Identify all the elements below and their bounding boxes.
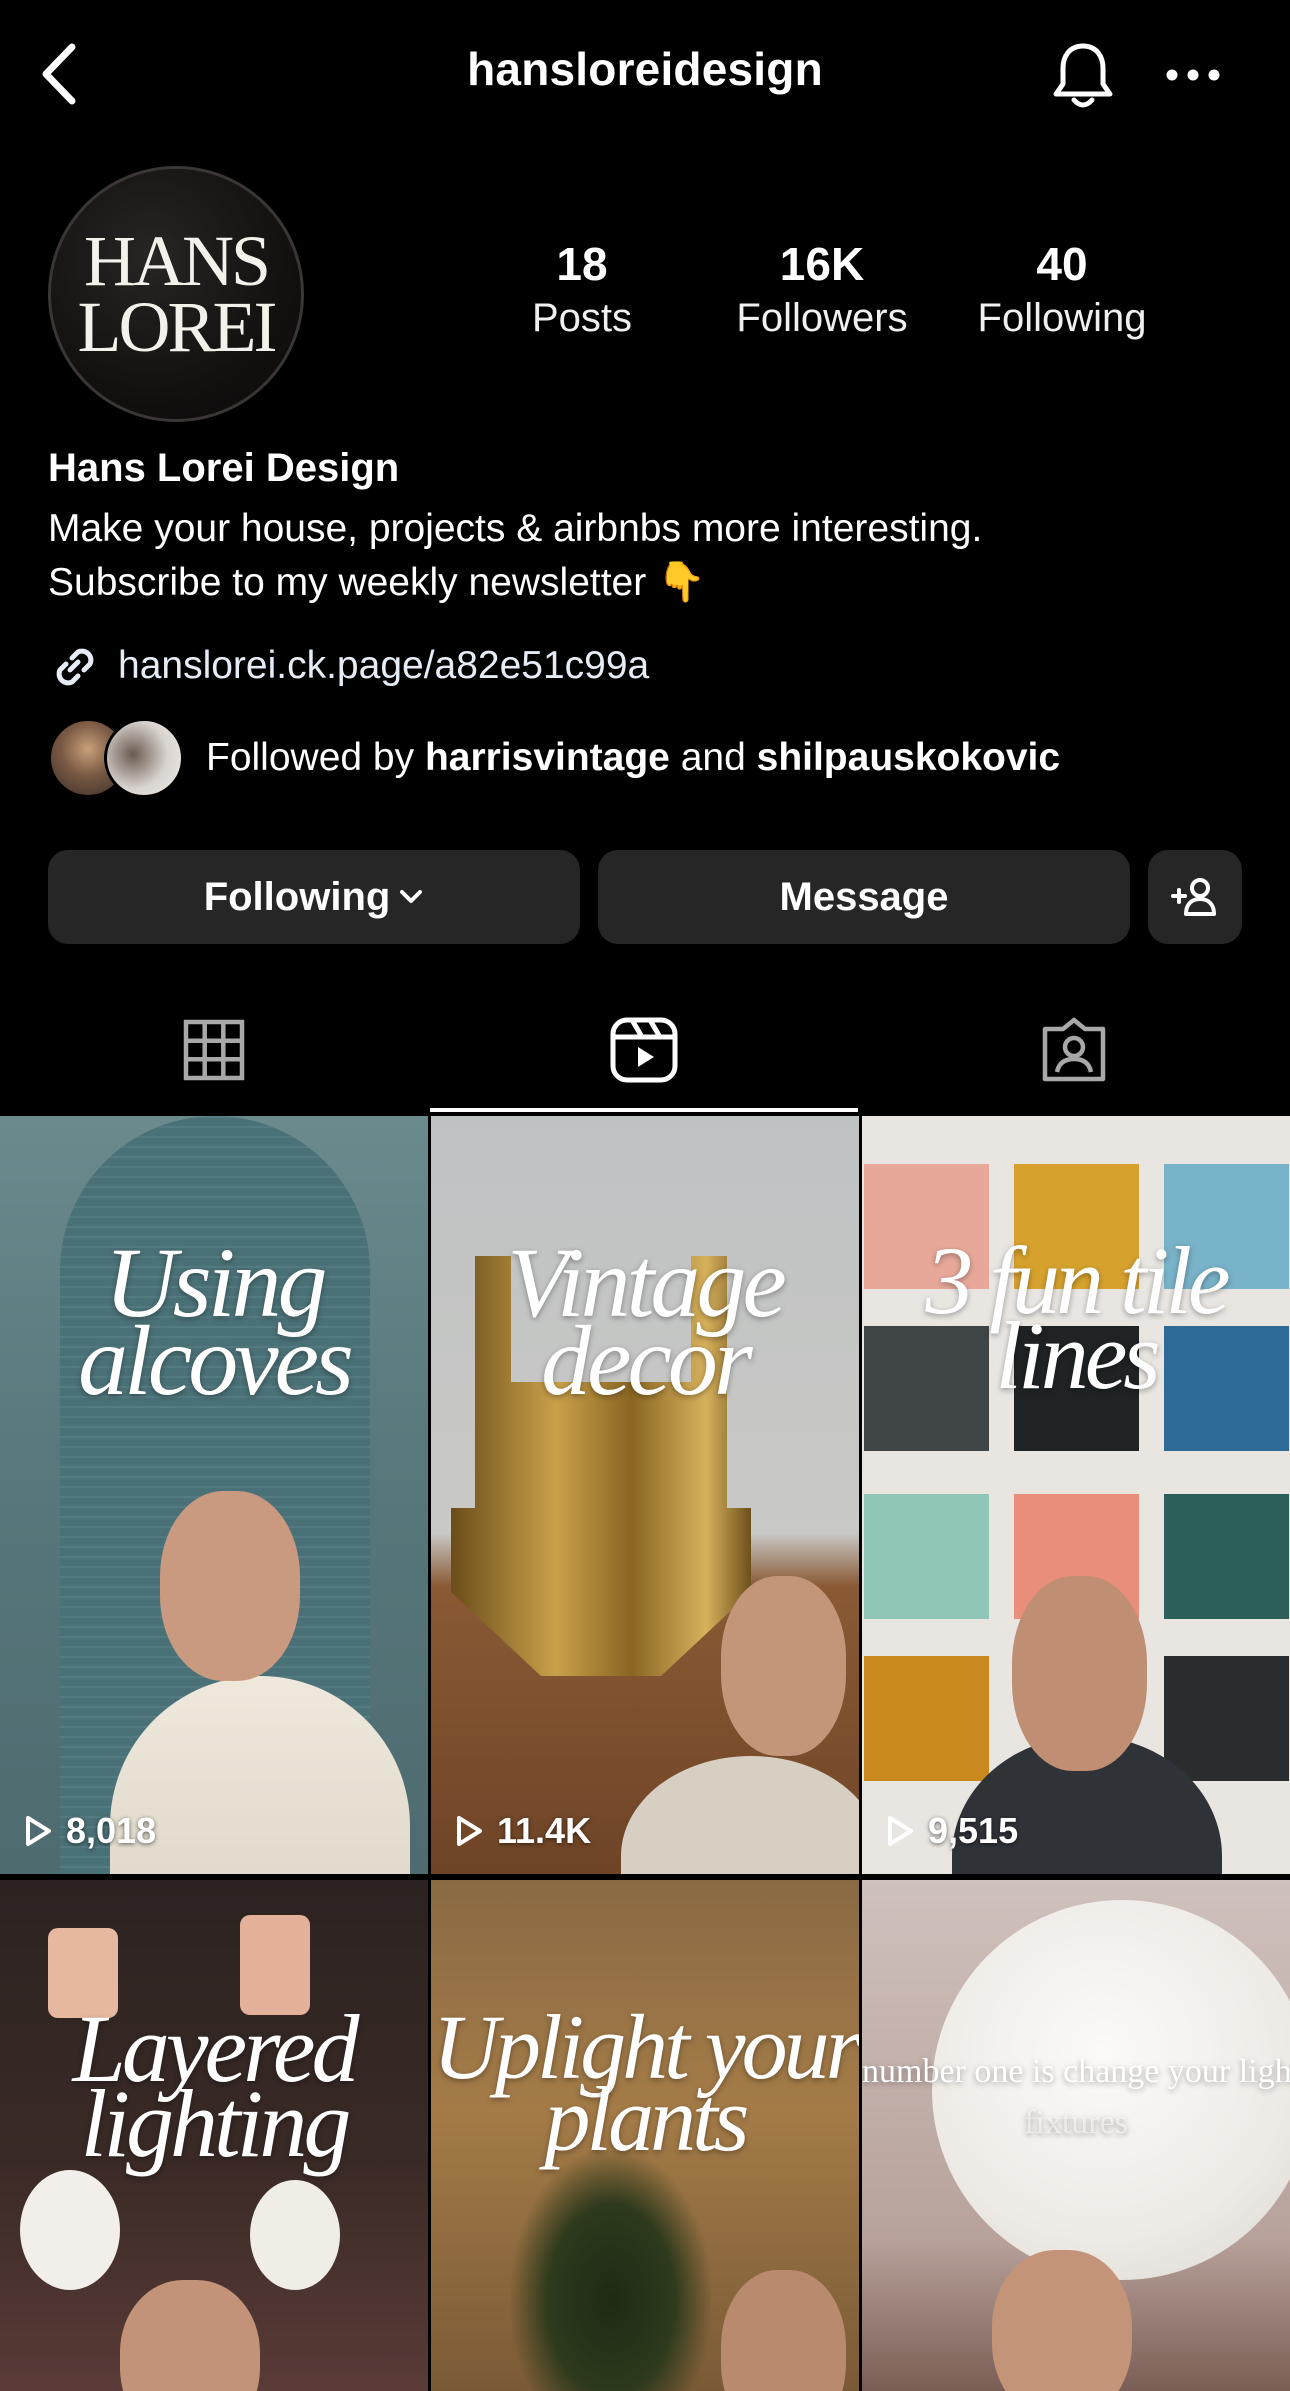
reel-thumbnail-face (160, 1491, 300, 1681)
reel-view-count: 9,515 (886, 1810, 1018, 1852)
followed-by-text: Followed by harrisvintage and shilpausko… (206, 736, 1060, 780)
reel-thumbnail-person (621, 1756, 859, 1874)
followed-by-user-1[interactable]: harrisvintage (425, 736, 670, 779)
reel-tile-swatch-7 (864, 1494, 989, 1619)
reel-thumbnail-plant (511, 2150, 711, 2391)
grid-icon (183, 1019, 245, 1081)
tagged-icon (1042, 1017, 1106, 1082)
reel-thumbnail-face (120, 2280, 260, 2391)
play-icon (457, 1816, 482, 1846)
suggested-users-button[interactable] (1148, 850, 1242, 944)
reel-tile[interactable]: Uplight your plants (431, 1880, 859, 2391)
reel-title: Layered lighting (0, 2001, 428, 2177)
stat-followers-value: 16K (779, 238, 865, 290)
followed-by-prefix: Followed by (206, 736, 425, 779)
reel-view-count: 11.4K (455, 1810, 591, 1852)
mutual-avatar-2 (104, 718, 184, 798)
reel-caption: number one is change your light fixtures (862, 2046, 1290, 2148)
reel-thumbnail-face (1012, 1576, 1147, 1771)
bell-icon (1053, 43, 1113, 108)
reel-tile-swatch-10 (864, 1656, 989, 1781)
reel-title: Uplight your plants (431, 2001, 859, 2164)
reel-tile[interactable]: Vintage decor 11.4K (431, 1116, 859, 1874)
reel-thumbnail-lamp-3 (20, 2170, 120, 2290)
notifications-button[interactable] (1050, 38, 1116, 112)
stat-following-label: Following (977, 296, 1147, 340)
stat-posts-label: Posts (531, 296, 633, 340)
reel-title-line2: decor (541, 1305, 753, 1416)
reel-tile-swatch-11 (1164, 1656, 1289, 1781)
message-button[interactable]: Message (598, 850, 1130, 944)
reel-tile-swatch-9 (1164, 1494, 1289, 1619)
tab-reels[interactable] (430, 990, 858, 1110)
reel-views: 9,515 (928, 1810, 1019, 1851)
stat-posts[interactable]: 18 Posts (482, 236, 682, 344)
link-icon (56, 648, 94, 686)
followed-by-user-2[interactable]: shilpauskokovic (757, 736, 1060, 779)
stat-followers-label: Followers (736, 296, 908, 340)
play-icon (26, 1816, 51, 1846)
reel-thumbnail-face (721, 1576, 846, 1756)
profile-name: Hans Lorei Design (48, 446, 400, 490)
reel-thumbnail-face (721, 2270, 846, 2391)
following-button-label: Following (203, 874, 391, 919)
top-bar: hansloreidesign (0, 0, 1290, 150)
reel-views: 8,018 (66, 1810, 157, 1851)
avatar-logo-line1: HANS (83, 221, 271, 301)
profile-avatar[interactable]: HANS LOREI (48, 166, 304, 422)
bio-line-2: Subscribe to my weekly newsletter 👇 (48, 561, 706, 604)
reels-icon (610, 1017, 678, 1083)
reel-title-line2: lighting (80, 2069, 352, 2177)
tab-grid[interactable] (0, 990, 428, 1110)
play-icon (888, 1816, 913, 1846)
reel-tile[interactable]: number one is change your light fixtures (862, 1880, 1290, 2391)
stat-posts-value: 18 (556, 238, 608, 290)
stat-following[interactable]: 40 Following (962, 236, 1162, 344)
chevron-down-icon (400, 890, 423, 903)
reel-caption-line1: number one is change your light (862, 2053, 1290, 2090)
stat-followers[interactable]: 16K Followers (722, 236, 922, 344)
tab-tagged[interactable] (860, 990, 1288, 1110)
reel-tile[interactable]: Layered lighting (0, 1880, 428, 2391)
reel-view-count: 8,018 (24, 1810, 156, 1852)
stat-following-value: 40 (1036, 238, 1088, 290)
avatar-logo-line2: LOREI (77, 287, 278, 367)
reel-tile[interactable]: 3 fun tile lines 9,515 (862, 1116, 1290, 1874)
reel-title: Vintage decor (431, 1233, 859, 1416)
link-text[interactable]: hanslorei.ck.page/a82e51c99a (118, 644, 649, 688)
reel-title-line2: alcoves (78, 1305, 354, 1416)
reel-caption-line2: fixtures (1024, 2104, 1128, 2141)
reel-thumbnail-lamp-4 (250, 2180, 340, 2290)
following-button[interactable]: Following (48, 850, 580, 944)
ellipsis-icon (1166, 69, 1220, 81)
reel-title: 3 fun tile lines (862, 1233, 1290, 1404)
reel-views: 11.4K (497, 1810, 592, 1851)
add-person-icon (1171, 878, 1216, 916)
followed-by-row[interactable]: Followed by harrisvintage and shilpausko… (48, 716, 1060, 800)
message-button-label: Message (779, 874, 949, 919)
reel-tile[interactable]: Using alcoves 8,018 (0, 1116, 428, 1874)
followed-by-and: and (669, 736, 757, 779)
active-tab-indicator (430, 1108, 858, 1112)
profile-link[interactable]: hanslorei.ck.page/a82e51c99a (48, 636, 649, 696)
reel-title: Using alcoves (0, 1233, 428, 1416)
more-options-button[interactable] (1160, 50, 1226, 100)
bio-line-1: Make your house, projects & airbnbs more… (48, 507, 983, 550)
reel-thumbnail-face (992, 2250, 1132, 2391)
